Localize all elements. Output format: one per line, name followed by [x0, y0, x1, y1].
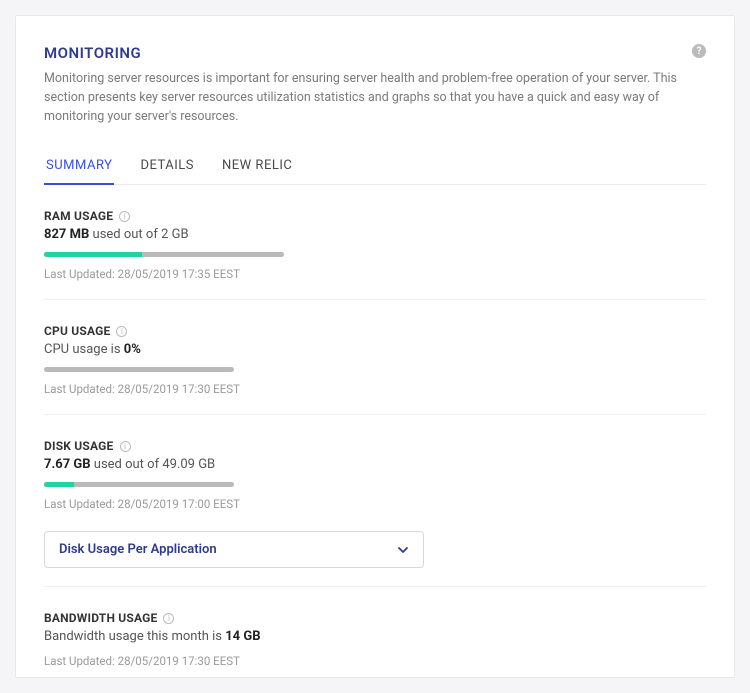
disk-section: DISK USAGE i 7.67 GB used out of 49.09 G…	[44, 415, 706, 587]
monitoring-card: MONITORING ? Monitoring server resources…	[15, 15, 735, 678]
bandwidth-title-row: BANDWIDTH USAGE i	[44, 611, 706, 625]
ram-progress-fill	[44, 252, 142, 257]
disk-value: 7.67 GB	[44, 457, 91, 472]
info-icon[interactable]: i	[163, 613, 174, 624]
disk-suffix: used out of 49.09 GB	[91, 457, 216, 472]
info-icon[interactable]: i	[119, 211, 130, 222]
cpu-title-row: CPU USAGE i	[44, 324, 706, 338]
bandwidth-section: BANDWIDTH USAGE i Bandwidth usage this m…	[44, 587, 706, 686]
page-description: Monitoring server resources is important…	[44, 70, 684, 126]
bandwidth-value: 14 GB	[225, 629, 260, 644]
disk-usage-per-app-dropdown[interactable]: Disk Usage Per Application	[44, 531, 424, 568]
dropdown-label: Disk Usage Per Application	[59, 542, 217, 557]
cpu-title: CPU USAGE	[44, 324, 110, 338]
cpu-value: 0%	[124, 342, 141, 357]
info-icon[interactable]: i	[116, 326, 127, 337]
ram-progress	[44, 252, 284, 257]
ram-suffix: used out of 2 GB	[89, 227, 188, 242]
disk-metric: 7.67 GB used out of 49.09 GB	[44, 457, 706, 472]
disk-last-updated: Last Updated: 28/05/2019 17:00 EEST	[44, 497, 706, 511]
chevron-down-icon	[397, 544, 409, 556]
bandwidth-prefix: Bandwidth usage this month is	[44, 629, 225, 644]
bandwidth-title: BANDWIDTH USAGE	[44, 611, 157, 625]
tab-details[interactable]: DETAILS	[138, 158, 196, 185]
info-icon[interactable]: i	[120, 441, 131, 452]
cpu-section: CPU USAGE i CPU usage is 0% Last Updated…	[44, 300, 706, 415]
cpu-metric: CPU usage is 0%	[44, 342, 706, 357]
cpu-prefix: CPU usage is	[44, 342, 124, 357]
tab-summary[interactable]: SUMMARY	[44, 158, 114, 185]
ram-title-row: RAM USAGE i	[44, 209, 706, 223]
cpu-last-updated: Last Updated: 28/05/2019 17:30 EEST	[44, 382, 706, 396]
ram-section: RAM USAGE i 827 MB used out of 2 GB Last…	[44, 185, 706, 300]
ram-value: 827 MB	[44, 227, 89, 242]
disk-title: DISK USAGE	[44, 439, 114, 453]
help-icon[interactable]: ?	[692, 44, 706, 58]
bandwidth-metric: Bandwidth usage this month is 14 GB	[44, 629, 706, 644]
cpu-progress	[44, 367, 234, 372]
ram-last-updated: Last Updated: 28/05/2019 17:35 EEST	[44, 267, 706, 281]
page-title: MONITORING	[44, 44, 141, 62]
disk-progress	[44, 482, 234, 487]
card-header: MONITORING ?	[44, 44, 706, 62]
tab-new-relic[interactable]: NEW RELIC	[220, 158, 294, 185]
disk-progress-fill	[44, 482, 74, 487]
disk-title-row: DISK USAGE i	[44, 439, 706, 453]
tabs: SUMMARY DETAILS NEW RELIC	[44, 158, 706, 185]
bandwidth-last-updated: Last Updated: 28/05/2019 17:30 EEST	[44, 654, 706, 668]
ram-metric: 827 MB used out of 2 GB	[44, 227, 706, 242]
ram-title: RAM USAGE	[44, 209, 113, 223]
